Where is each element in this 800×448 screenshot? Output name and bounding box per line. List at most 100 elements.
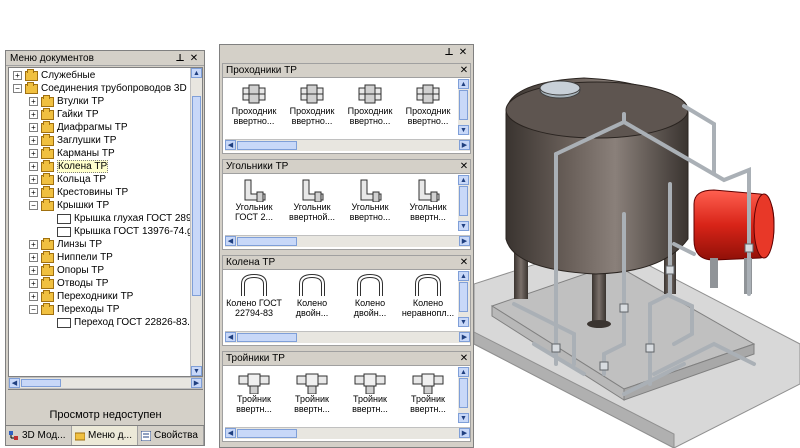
scroll-thumb[interactable] [237, 429, 297, 438]
tree-item[interactable]: − Соединения трубопроводов 3D 11 [9, 81, 200, 95]
scroll-thumb[interactable] [237, 141, 297, 150]
library-item[interactable]: Тройник ввертн... [225, 370, 283, 422]
tree-vertical-scrollbar[interactable]: ▲ ▼ [190, 68, 202, 376]
scroll-thumb[interactable] [21, 379, 61, 387]
expand-icon[interactable]: + [29, 292, 38, 301]
close-icon[interactable]: ✕ [458, 353, 470, 365]
scroll-thumb[interactable] [237, 333, 297, 342]
library-item[interactable]: Угольник ГОСТ 2... [225, 178, 283, 230]
tab-properties[interactable]: Свойства [138, 426, 204, 445]
pin-icon[interactable]: ⊥ [174, 52, 186, 64]
expand-icon[interactable]: + [29, 175, 38, 184]
library-item[interactable]: Колено двойн... [341, 274, 399, 326]
library-item[interactable]: Проходник ввертно... [399, 82, 457, 134]
library-item[interactable]: Угольник ввертн... [399, 178, 457, 230]
tree-item[interactable]: + Крестовины ТР [9, 185, 191, 199]
expand-icon[interactable]: + [29, 240, 38, 249]
scroll-right-icon[interactable]: ▶ [459, 140, 470, 150]
scroll-thumb[interactable] [237, 237, 297, 246]
section-vertical-scrollbar[interactable]: ▲ ▼ [458, 271, 470, 327]
library-item[interactable]: Тройник ввертн... [283, 370, 341, 422]
close-icon[interactable]: ✕ [458, 257, 470, 269]
library-item[interactable]: Проходник ввертно... [283, 82, 341, 134]
scroll-thumb[interactable] [459, 282, 468, 312]
scroll-up-icon[interactable]: ▲ [458, 79, 469, 89]
scroll-left-icon[interactable]: ◀ [9, 378, 20, 388]
scroll-left-icon[interactable]: ◀ [225, 428, 236, 438]
scroll-up-icon[interactable]: ▲ [458, 175, 469, 185]
tree-item[interactable]: Крышка глухая ГОСТ 28941... [9, 212, 202, 225]
close-icon[interactable]: ✕ [458, 161, 470, 173]
tree-item[interactable]: + Кольца ТР [9, 172, 191, 186]
tree-item[interactable]: Переход ГОСТ 22826-83.... [9, 316, 198, 329]
scroll-right-icon[interactable]: ▶ [459, 428, 470, 438]
scroll-down-icon[interactable]: ▼ [458, 413, 469, 423]
library-item[interactable]: Колено ГОСТ 22794-83 [225, 274, 283, 326]
section-vertical-scrollbar[interactable]: ▲ ▼ [458, 79, 470, 135]
tree-item[interactable]: − Переходы ТР [9, 302, 191, 316]
tree-item[interactable]: + Линзы ТР [9, 237, 191, 251]
section-horizontal-scrollbar[interactable]: ◀ ▶ [225, 331, 470, 343]
collapse-icon[interactable]: − [13, 84, 22, 93]
tree-item[interactable]: + Диафрагмы ТР [9, 120, 191, 134]
library-item[interactable]: Угольник ввертной... [283, 178, 341, 230]
scroll-down-icon[interactable]: ▼ [458, 125, 469, 135]
scroll-left-icon[interactable]: ◀ [225, 332, 236, 342]
library-item[interactable]: Колено неравнопл... [399, 274, 457, 326]
scroll-down-icon[interactable]: ▼ [458, 317, 469, 327]
tree-item[interactable]: + Переходники ТР [9, 289, 191, 303]
tree-item[interactable]: − Крышки ТР [9, 198, 191, 212]
library-item[interactable]: Проходник ввертно... [225, 82, 283, 134]
scroll-thumb[interactable] [192, 96, 201, 296]
section-horizontal-scrollbar[interactable]: ◀ ▶ [225, 235, 470, 247]
scroll-thumb[interactable] [459, 378, 468, 408]
scroll-up-icon[interactable]: ▲ [191, 68, 202, 78]
tree-item[interactable]: + Карманы ТР [9, 146, 191, 160]
tree-item[interactable]: + Отводы ТР [9, 276, 191, 290]
expand-icon[interactable]: + [29, 97, 38, 106]
scroll-right-icon[interactable]: ▶ [191, 378, 202, 388]
pin-icon[interactable]: ⊥ [443, 46, 455, 58]
scroll-right-icon[interactable]: ▶ [459, 332, 470, 342]
library-item[interactable]: Проходник ввертно... [341, 82, 399, 134]
tree-item[interactable]: + Гайки ТР [9, 107, 191, 121]
scroll-thumb[interactable] [459, 186, 468, 216]
expand-icon[interactable]: + [13, 71, 22, 80]
expand-icon[interactable]: + [29, 149, 38, 158]
tree-horizontal-scrollbar[interactable]: ◀ ▶ [8, 377, 203, 389]
tree-item[interactable]: + Заглушки ТР [9, 133, 191, 147]
scroll-down-icon[interactable]: ▼ [458, 221, 469, 231]
section-horizontal-scrollbar[interactable]: ◀ ▶ [225, 139, 470, 151]
document-tree[interactable]: + Служебные − Соединения трубопроводов 3D 1… [8, 67, 203, 377]
expand-icon[interactable]: + [29, 188, 38, 197]
library-item[interactable]: Угольник ввертно... [341, 178, 399, 230]
scroll-left-icon[interactable]: ◀ [225, 140, 236, 150]
expand-icon[interactable]: + [29, 123, 38, 132]
scroll-up-icon[interactable]: ▲ [458, 367, 469, 377]
scroll-thumb[interactable] [459, 90, 468, 120]
tab-3d-model[interactable]: 3D Мод... [6, 426, 72, 445]
collapse-icon[interactable]: − [29, 305, 38, 314]
collapse-icon[interactable]: − [29, 201, 38, 210]
3d-model-view[interactable] [473, 44, 800, 448]
section-vertical-scrollbar[interactable]: ▲ ▼ [458, 367, 470, 423]
library-item[interactable]: Тройник ввертн... [341, 370, 399, 422]
expand-icon[interactable]: + [29, 253, 38, 262]
section-vertical-scrollbar[interactable]: ▲ ▼ [458, 175, 470, 231]
expand-icon[interactable]: + [29, 266, 38, 275]
library-item[interactable]: Тройник ввертн... [399, 370, 457, 422]
tab-document-menu[interactable]: Меню д... [72, 426, 138, 445]
tree-item[interactable]: + Служебные [9, 68, 191, 82]
expand-icon[interactable]: + [29, 162, 38, 171]
expand-icon[interactable]: + [29, 110, 38, 119]
tree-item[interactable]: + Ниппели ТР [9, 250, 191, 264]
scroll-down-icon[interactable]: ▼ [191, 366, 202, 376]
scroll-up-icon[interactable]: ▲ [458, 271, 469, 281]
expand-icon[interactable]: + [29, 136, 38, 145]
scroll-left-icon[interactable]: ◀ [225, 236, 236, 246]
expand-icon[interactable]: + [29, 279, 38, 288]
close-icon[interactable]: ✕ [458, 65, 470, 77]
library-item[interactable]: Колено двойн... [283, 274, 341, 326]
close-icon[interactable]: ✕ [457, 46, 469, 58]
scroll-right-icon[interactable]: ▶ [459, 236, 470, 246]
